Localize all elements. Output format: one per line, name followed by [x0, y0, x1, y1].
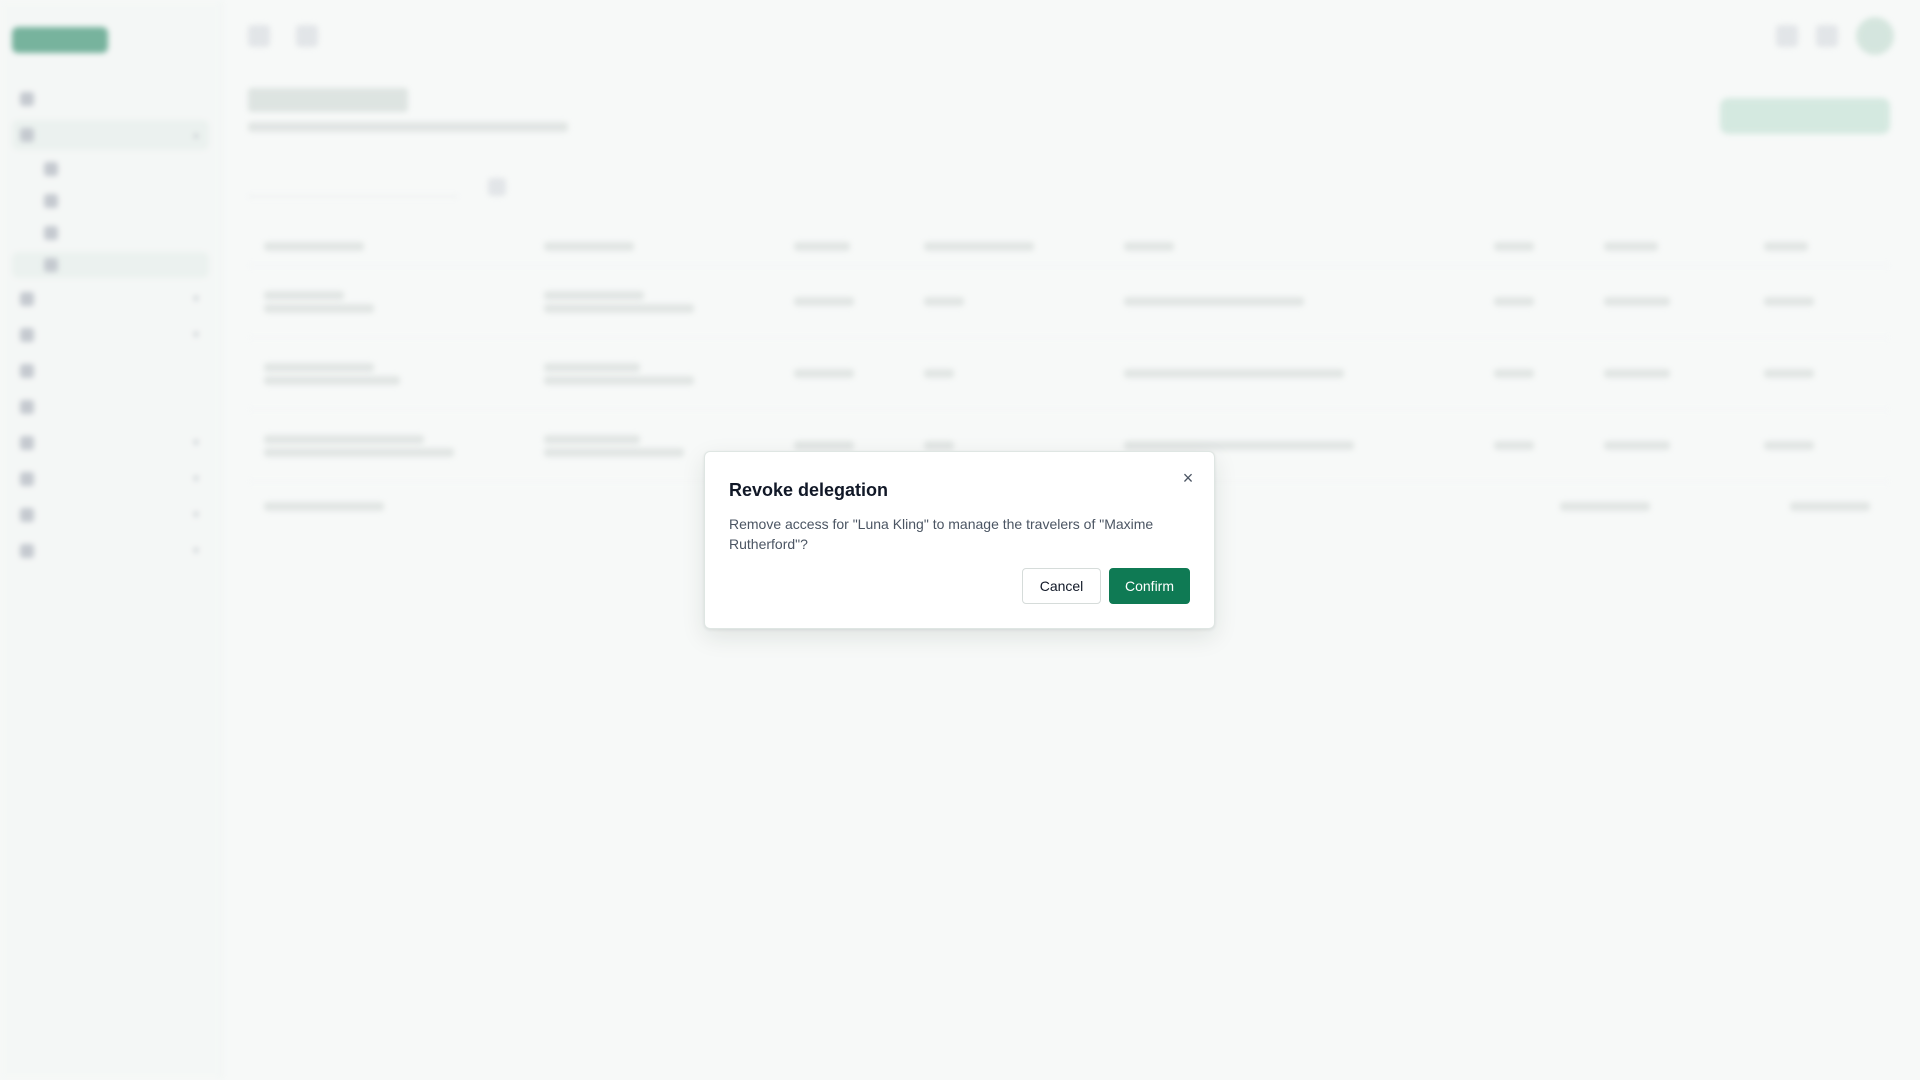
nav-icon: [20, 472, 34, 486]
sidebar-item[interactable]: ▼: [12, 284, 209, 314]
sidebar: ▲ ▼ ▼ ▼ ▼ ▼ ▼: [0, 0, 222, 1080]
nav-icon: [20, 544, 34, 558]
filter-row: [248, 172, 1890, 202]
sidebar-subitem[interactable]: [12, 188, 209, 214]
logo-mark: [12, 27, 108, 53]
page-title: [248, 88, 408, 112]
page-subtitle: [248, 122, 568, 132]
sidebar-item[interactable]: ▼: [12, 500, 209, 530]
search-input[interactable]: [248, 177, 458, 197]
search-icon[interactable]: [296, 25, 318, 47]
topbar-actions: [1776, 17, 1894, 55]
chevron-down-icon: ▼: [191, 545, 201, 557]
chevron-down-icon: ▼: [191, 329, 201, 341]
bell-icon[interactable]: [1816, 25, 1838, 47]
filter-icon[interactable]: [488, 178, 506, 196]
cancel-button[interactable]: Cancel: [1022, 568, 1101, 604]
nav-icon: [44, 258, 58, 272]
nav-icon: [44, 162, 58, 176]
sidebar-item[interactable]: ▼: [12, 320, 209, 350]
help-icon[interactable]: [1776, 25, 1798, 47]
table-row[interactable]: [248, 338, 1890, 410]
sidebar-item[interactable]: [12, 392, 209, 422]
confirm-button[interactable]: Confirm: [1109, 568, 1190, 604]
nav-icon: [20, 128, 34, 142]
dialog-title: Revoke delegation: [729, 480, 889, 500]
sidebar-subitem[interactable]: [12, 156, 209, 182]
nav-icon: [44, 194, 58, 208]
revoke-delegation-dialog: × Revoke delegation Remove access for "L…: [704, 451, 1215, 629]
nav-icon: [44, 226, 58, 240]
close-icon[interactable]: ×: [1176, 466, 1200, 490]
table-row[interactable]: [248, 266, 1890, 338]
nav-icon: [20, 436, 34, 450]
sidebar-item-active[interactable]: ▲: [12, 120, 209, 150]
sidebar-item[interactable]: [12, 356, 209, 386]
avatar[interactable]: [1856, 17, 1894, 55]
sidebar-item[interactable]: ▼: [12, 536, 209, 566]
chevron-down-icon: ▼: [191, 293, 201, 305]
table-header: [248, 228, 1890, 266]
logo: [12, 20, 209, 60]
sidebar-subitem-delegations[interactable]: [12, 252, 209, 278]
add-delegation-button[interactable]: [1720, 98, 1890, 134]
dialog-message: Remove access for "Luna Kling" to manage…: [729, 516, 1154, 552]
chevron-down-icon: ▼: [191, 437, 201, 449]
dialog-actions: Cancel Confirm: [1022, 568, 1190, 604]
sidebar-item[interactable]: ▼: [12, 428, 209, 458]
nav-icon: [20, 328, 34, 342]
chevron-down-icon: ▼: [191, 473, 201, 485]
nav-icon: [20, 364, 34, 378]
sidebar-subitem[interactable]: [12, 220, 209, 246]
chevron-up-icon: ▲: [191, 129, 201, 141]
sidebar-item[interactable]: [12, 84, 209, 114]
nav-icon: [20, 292, 34, 306]
topbar: [222, 0, 1920, 72]
sidebar-item[interactable]: ▼: [12, 464, 209, 494]
nav-icon: [20, 400, 34, 414]
chevron-down-icon: ▼: [191, 509, 201, 521]
nav-icon: [20, 92, 34, 106]
nav-icon: [20, 508, 34, 522]
menu-icon[interactable]: [248, 25, 270, 47]
